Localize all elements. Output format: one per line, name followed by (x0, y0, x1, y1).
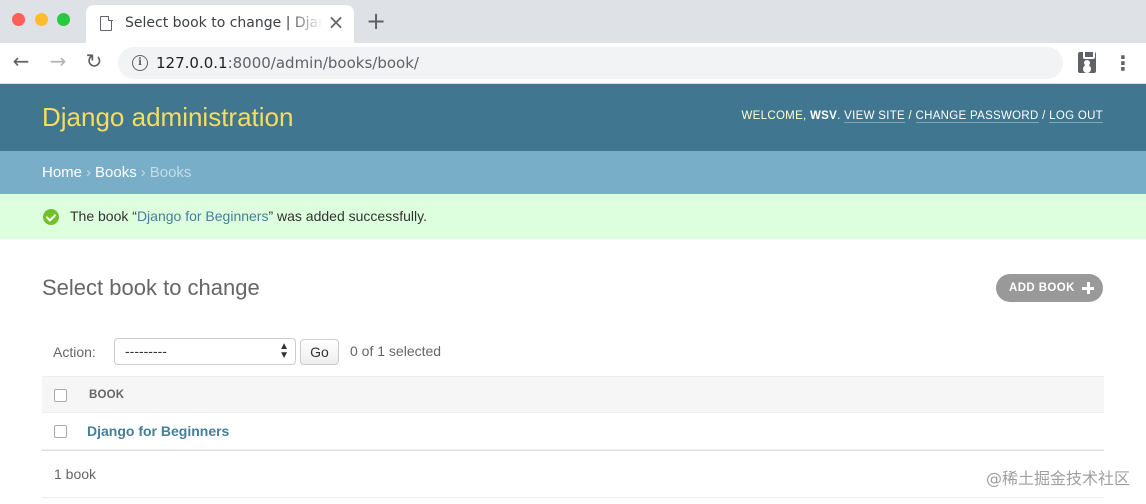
message-link[interactable]: Django for Beginners (137, 208, 269, 224)
browser-tab[interactable]: Select book to change | Django site admi… (86, 5, 354, 43)
plus-icon (1082, 282, 1094, 294)
url-host: 127.0.0.1 (156, 54, 228, 72)
breadcrumb-home[interactable]: Home (42, 164, 82, 181)
column-header-book[interactable]: BOOK (89, 389, 124, 401)
url-path: :8000/admin/books/book/ (227, 54, 419, 72)
message-suffix: ” was added successfully. (268, 208, 427, 224)
page-icon (100, 15, 113, 31)
window-minimize-icon[interactable] (35, 13, 48, 26)
admin-header: Django administration WELCOME, WSV. VIEW… (0, 84, 1146, 151)
table-header-row: BOOK (42, 376, 1104, 413)
result-count: 1 book (54, 466, 97, 482)
message-prefix: The book “ (70, 208, 137, 224)
window-maximize-icon[interactable] (57, 13, 70, 26)
watermark: @稀土掘金技术社区 (985, 469, 1130, 488)
go-button[interactable]: Go (300, 339, 339, 365)
select-all-checkbox[interactable] (54, 389, 67, 402)
log-out-link[interactable]: LOG OUT (1049, 110, 1103, 123)
breadcrumb-app[interactable]: Books (95, 164, 137, 181)
separator: / (905, 110, 916, 122)
paginator: 1 book (42, 450, 1104, 500)
forward-arrow-icon[interactable]: → (47, 51, 69, 71)
tab-close-icon[interactable]: × (326, 12, 346, 32)
success-message: The book “Django for Beginners” was adde… (0, 194, 1146, 239)
breadcrumb-separator: › (140, 164, 146, 181)
actions-bar: Action: --------- ▲ ▼ Go 0 of 1 selected (42, 331, 1104, 375)
back-arrow-icon[interactable]: ← (10, 51, 32, 71)
change-password-link[interactable]: CHANGE PASSWORD (915, 110, 1039, 123)
tab-title: Select book to change | Django site admi… (125, 15, 323, 31)
reload-icon[interactable]: ↻ (83, 51, 105, 71)
info-icon[interactable]: i (132, 55, 148, 71)
view-site-link[interactable]: VIEW SITE (844, 110, 905, 123)
check-circle-icon (43, 209, 59, 225)
username: WSV (810, 110, 838, 122)
browser-toolbar: ← → ↻ i 127.0.0.1:8000/admin/books/book/… (0, 43, 1146, 84)
select-arrows-icon: ▲ ▼ (279, 341, 289, 361)
browser-tab-bar: Select book to change | Django site admi… (0, 0, 1146, 43)
browser-menu-icon[interactable]: ⋮ (1113, 51, 1133, 75)
result-list-table: BOOK Django for Beginners (42, 376, 1104, 450)
url-text[interactable]: 127.0.0.1:8000/admin/books/book/ (156, 54, 419, 72)
add-book-button[interactable]: ADD BOOK (996, 274, 1103, 302)
table-row: Django for Beginners (42, 413, 1104, 450)
window-close-icon[interactable] (12, 13, 25, 26)
welcome-text: WELCOME, (741, 110, 811, 122)
clipboard-icon[interactable] (1078, 50, 1096, 73)
new-tab-icon[interactable]: + (366, 9, 386, 33)
site-branding[interactable]: Django administration (42, 102, 293, 133)
breadcrumb-separator: › (86, 164, 92, 181)
action-select[interactable]: --------- ▲ ▼ (114, 338, 296, 365)
breadcrumb-current: Books (149, 164, 192, 181)
book-link[interactable]: Django for Beginners (87, 423, 229, 439)
add-book-label: ADD BOOK (1009, 282, 1075, 294)
page-title: Select book to change (42, 275, 260, 300)
breadcrumb: Home › Books › Books (0, 151, 1146, 194)
separator: / (1038, 110, 1050, 122)
row-checkbox[interactable] (54, 425, 67, 438)
selection-counter: 0 of 1 selected (350, 343, 442, 359)
user-tools: WELCOME, WSV. VIEW SITE / CHANGE PASSWOR… (741, 110, 1103, 123)
action-label: Action: (53, 344, 96, 360)
address-bar[interactable]: i 127.0.0.1:8000/admin/books/book/ (118, 47, 1063, 79)
action-select-value: --------- (125, 343, 167, 359)
